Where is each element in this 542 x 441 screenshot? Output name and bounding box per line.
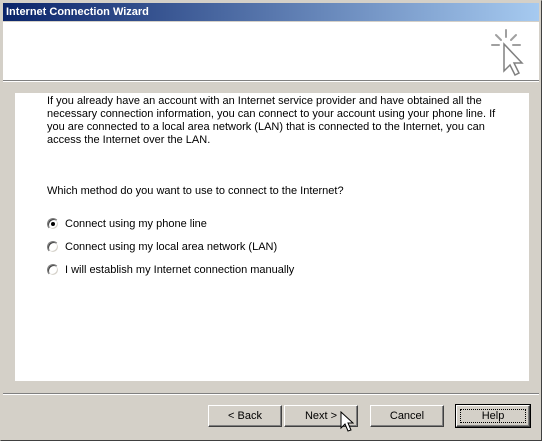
header-divider-highlight	[3, 81, 539, 82]
content-panel: If you already have an account with an I…	[15, 93, 529, 381]
radio-label: Connect using my phone line	[65, 218, 207, 230]
title-bar[interactable]: Internet Connection Wizard	[3, 3, 539, 21]
radio-label: I will establish my Internet connection …	[65, 264, 295, 276]
footer-divider-highlight	[3, 394, 539, 395]
radio-button[interactable]	[47, 218, 59, 230]
intro-text: If you already have an account with an I…	[47, 95, 496, 146]
wizard-window: Internet Connection Wizard If you alread…	[0, 0, 542, 441]
radio-label: Connect using my local area network (LAN…	[65, 241, 278, 253]
radio-button[interactable]	[47, 264, 59, 276]
header-panel	[3, 22, 539, 80]
mouse-pointer-icon	[340, 411, 354, 432]
radio-lan[interactable]: Connect using my local area network (LAN…	[47, 239, 277, 255]
radio-manual[interactable]: I will establish my Internet connection …	[47, 262, 294, 278]
window-title: Internet Connection Wizard	[6, 6, 149, 18]
wizard-cursor-sparkle-icon	[491, 29, 524, 77]
help-button[interactable]: Help	[455, 404, 531, 428]
question-text: Which method do you want to use to conne…	[47, 185, 344, 197]
radio-button[interactable]	[47, 241, 59, 253]
cancel-button[interactable]: Cancel	[370, 405, 444, 427]
back-button[interactable]: < Back	[208, 405, 282, 427]
radio-phone-line[interactable]: Connect using my phone line	[47, 216, 207, 232]
